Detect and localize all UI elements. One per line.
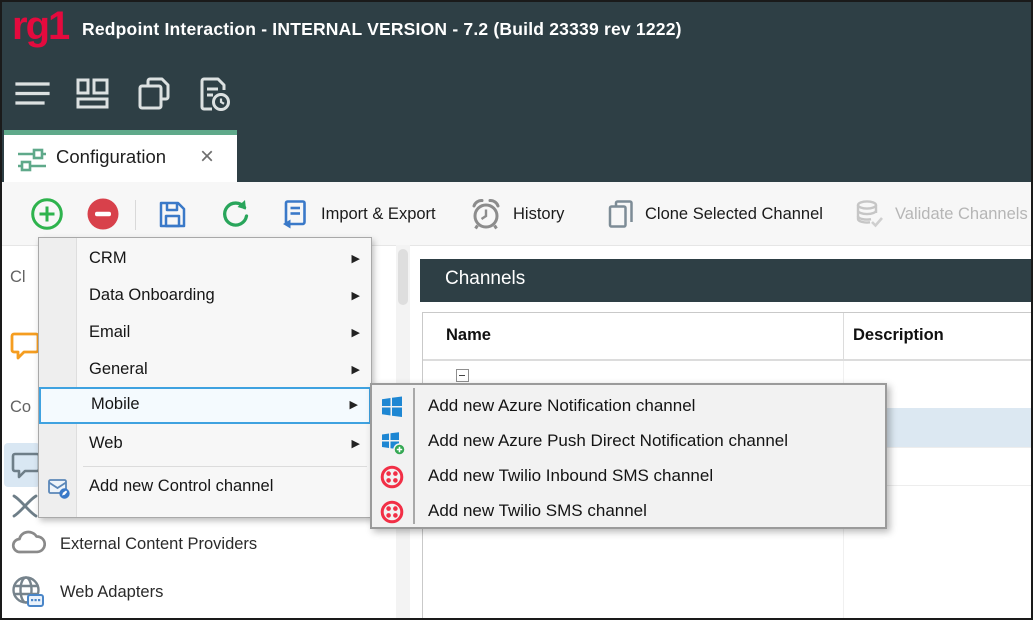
submenu-arrow-icon: ▶ — [352, 326, 360, 339]
scheduled-docs-button[interactable] — [194, 74, 234, 114]
tab-label: Configuration — [56, 146, 166, 168]
validate-channels-button: Validate Channels — [852, 182, 1028, 246]
cloud-icon — [10, 527, 46, 561]
menu-item-data-onboarding[interactable]: Data Onboarding ▶ — [39, 278, 371, 315]
submenu-arrow-icon: ▶ — [352, 252, 360, 265]
validate-database-icon — [852, 197, 886, 231]
twilio-icon — [380, 500, 404, 524]
menu-item-label: Data Onboarding — [89, 286, 215, 305]
dashboard-layout-button[interactable] — [74, 74, 114, 114]
menu-item-label: Mobile — [91, 395, 140, 414]
submenu-arrow-icon: ▶ — [352, 289, 360, 302]
sidebar-item-web-adapters[interactable]: Web Adapters — [2, 572, 163, 612]
window-title: Redpoint Interaction - INTERNAL VERSION … — [82, 19, 682, 40]
title-bar: rg1 Redpoint Interaction - INTERNAL VERS… — [2, 2, 1031, 57]
alarm-clock-icon — [468, 196, 504, 232]
submenu-item-azure-notification[interactable]: Add new Azure Notification channel — [372, 389, 885, 424]
chat-bubble-orange-icon — [10, 330, 40, 362]
folder-copy-icon — [134, 74, 174, 114]
menu-item-web[interactable]: Web ▶ — [39, 426, 371, 463]
menu-item-label: Email — [89, 323, 130, 342]
menu-item-crm[interactable]: CRM ▶ — [39, 241, 371, 278]
submenu-arrow-icon: ▶ — [352, 363, 360, 376]
chat-bubble-gray-icon — [11, 451, 41, 481]
column-header-description[interactable]: Description — [853, 326, 944, 345]
add-channel-context-menu: CRM ▶ Data Onboarding ▶ Email ▶ General … — [38, 237, 372, 518]
main-icon-bar — [2, 57, 1031, 130]
sidebar-item-label: External Content Providers — [60, 535, 257, 554]
add-circle-icon — [30, 197, 64, 231]
submenu-item-label: Add new Twilio SMS channel — [428, 501, 647, 521]
sidebar-heading-fragment-top: Cl — [10, 268, 26, 287]
remove-circle-icon — [86, 197, 120, 231]
submenu-item-label: Add new Twilio Inbound SMS channel — [428, 466, 713, 486]
menu-item-label: Web — [89, 434, 123, 453]
refresh-icon — [218, 197, 252, 231]
history-label: History — [513, 205, 564, 224]
sliders-icon — [16, 144, 48, 176]
submenu-item-azure-push-direct[interactable]: Add new Azure Push Direct Notification c… — [372, 424, 885, 459]
tree-expander-collapse[interactable] — [456, 369, 469, 382]
hamburger-menu-button[interactable] — [14, 74, 54, 114]
import-export-label: Import & Export — [321, 205, 436, 224]
submenu-item-twilio-inbound-sms[interactable]: Add new Twilio Inbound SMS channel — [372, 459, 885, 494]
menu-item-label: General — [89, 360, 148, 379]
channels-table-header: Name Description — [423, 313, 1033, 361]
import-export-icon — [278, 197, 312, 231]
menu-item-add-control-channel[interactable]: Add new Control channel — [39, 469, 371, 506]
menu-item-label: CRM — [89, 249, 127, 268]
layout-blocks-icon — [74, 74, 114, 114]
sidebar-heading-fragment-mid: Co — [10, 398, 31, 417]
globe-icon — [10, 574, 46, 610]
control-channel-icon — [47, 476, 71, 500]
menu-separator — [83, 466, 367, 467]
rg1-logo: rg1 — [12, 4, 68, 49]
clone-channel-label: Clone Selected Channel — [645, 205, 823, 224]
channels-panel-header: Channels — [420, 259, 1033, 302]
clone-channel-button[interactable]: Clone Selected Channel — [606, 182, 823, 246]
channels-panel-title: Channels — [445, 268, 525, 290]
hamburger-icon — [14, 74, 54, 114]
save-icon — [156, 198, 189, 231]
app-window: rg1 Redpoint Interaction - INTERNAL VERS… — [0, 0, 1033, 620]
submenu-item-twilio-sms[interactable]: Add new Twilio SMS channel — [372, 494, 885, 529]
menu-item-email[interactable]: Email ▶ — [39, 315, 371, 352]
submenu-arrow-icon: ▶ — [350, 398, 358, 411]
submenu-item-label: Add new Azure Notification channel — [428, 396, 695, 416]
sidebar-item-external-content-providers[interactable]: External Content Providers — [2, 524, 257, 564]
scrollbar-thumb[interactable] — [398, 249, 408, 305]
submenu-arrow-icon: ▶ — [352, 437, 360, 450]
menu-item-mobile[interactable]: Mobile ▶ — [39, 387, 371, 424]
sidebar-item-label: Web Adapters — [60, 583, 163, 602]
column-header-name[interactable]: Name — [446, 326, 491, 345]
windows-add-icon — [380, 430, 406, 456]
tab-configuration[interactable]: Configuration × — [4, 130, 237, 182]
document-clock-icon — [194, 74, 234, 114]
column-divider[interactable] — [843, 313, 844, 361]
submenu-item-label: Add new Azure Push Direct Notification c… — [428, 431, 788, 451]
tab-close-icon[interactable]: × — [200, 143, 214, 171]
projects-folder-button[interactable] — [134, 74, 174, 114]
mobile-submenu: Add new Azure Notification channel Add n… — [370, 383, 887, 529]
windows-icon — [380, 395, 404, 419]
menu-item-general[interactable]: General ▶ — [39, 352, 371, 389]
clone-icon — [606, 198, 636, 230]
validate-channels-label: Validate Channels — [895, 205, 1028, 224]
connector-x-icon — [9, 490, 41, 522]
twilio-icon — [380, 465, 404, 489]
history-button[interactable]: History — [468, 182, 564, 246]
toolbar-divider — [135, 200, 136, 230]
tab-strip: Configuration × — [2, 130, 1031, 182]
menu-item-label: Add new Control channel — [89, 477, 273, 496]
